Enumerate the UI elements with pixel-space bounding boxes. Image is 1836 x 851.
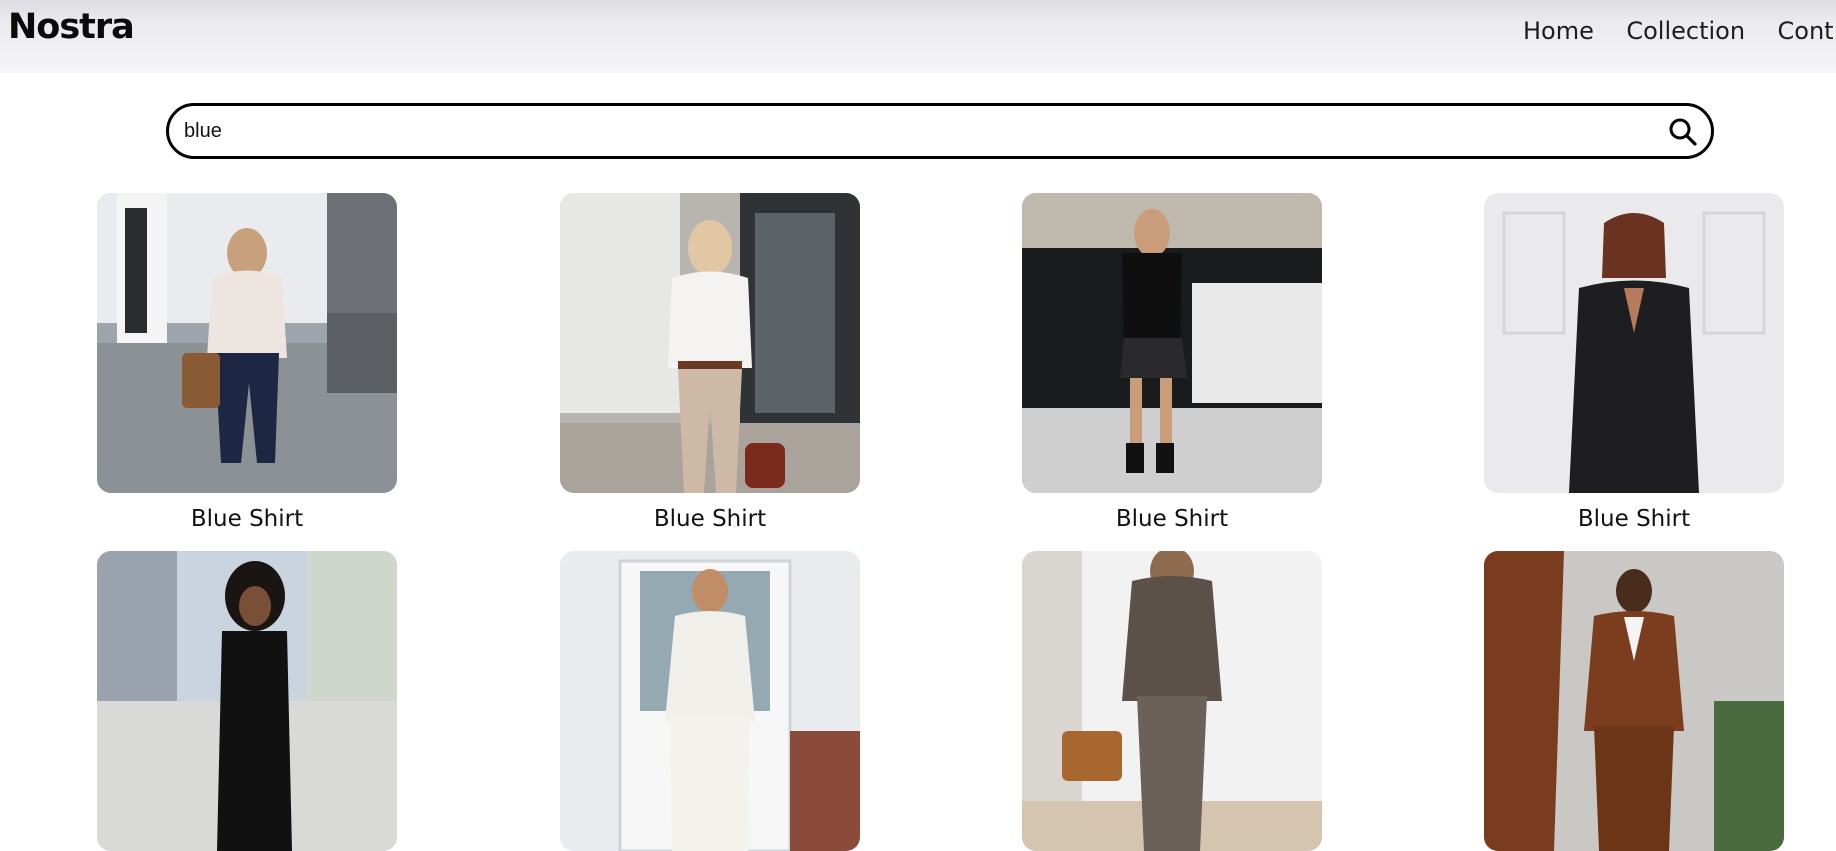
product-card[interactable]: Blue Shirt <box>560 193 860 532</box>
product-image[interactable] <box>560 551 860 851</box>
product-image[interactable] <box>560 193 860 493</box>
product-card[interactable] <box>97 551 397 851</box>
nav-link-home[interactable]: Home <box>1523 17 1594 45</box>
product-image[interactable] <box>1484 551 1784 851</box>
product-title[interactable]: Blue Shirt <box>1022 506 1322 532</box>
product-image[interactable] <box>97 193 397 493</box>
search-icon <box>1669 118 1697 146</box>
product-card[interactable]: Blue Shirt <box>97 193 397 532</box>
search-input[interactable] <box>184 116 1624 146</box>
product-card[interactable] <box>1022 551 1322 851</box>
product-card[interactable]: Blue Shirt <box>1022 193 1322 532</box>
top-navbar: Nostra Home Collection Cont <box>0 0 1836 72</box>
product-card[interactable]: Blue Shirt <box>1484 193 1784 532</box>
search-bar <box>166 103 1714 159</box>
product-image[interactable] <box>1022 193 1322 493</box>
nav-links: Home Collection Cont <box>1523 17 1836 45</box>
product-image[interactable] <box>1484 193 1784 493</box>
product-image[interactable] <box>97 551 397 851</box>
product-title[interactable]: Blue Shirt <box>1484 506 1784 532</box>
product-image[interactable] <box>1022 551 1322 851</box>
search-button[interactable] <box>1667 116 1699 148</box>
nav-link-collection[interactable]: Collection <box>1626 17 1745 45</box>
product-title[interactable]: Blue Shirt <box>97 506 397 532</box>
nav-link-contact[interactable]: Cont <box>1778 17 1834 45</box>
product-card[interactable] <box>560 551 860 851</box>
brand-logo[interactable]: Nostra <box>8 7 135 47</box>
product-title[interactable]: Blue Shirt <box>560 506 860 532</box>
product-card[interactable] <box>1484 551 1784 851</box>
